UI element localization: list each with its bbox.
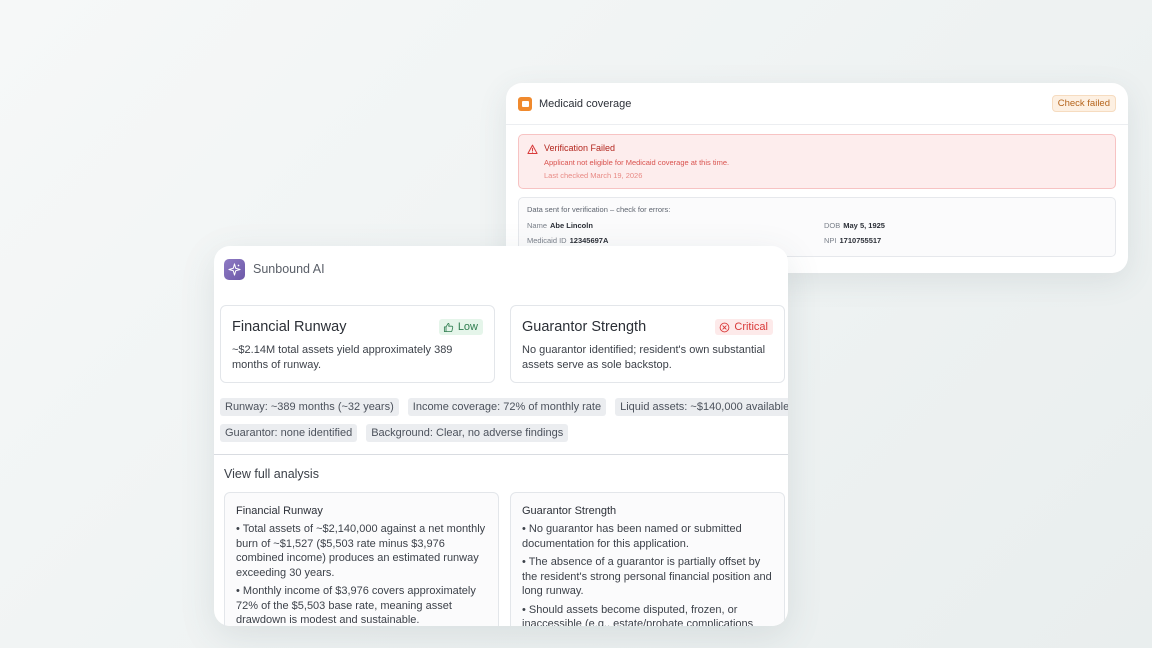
metric-header: Financial Runway Low (232, 319, 483, 335)
metric-name: Guarantor Strength (522, 319, 647, 335)
detail-item: • The absence of a guarantor is partiall… (522, 556, 772, 597)
alert-message: Applicant not eligible for Medicaid cove… (544, 158, 730, 167)
ai-card-header: Sunbound AI (214, 246, 788, 292)
detail-title: Financial Runway (236, 505, 323, 517)
low-badge-label: Low (457, 321, 478, 333)
metric-header: Guarantor Strength Critical (522, 319, 773, 335)
field-npi-value: 1710755517 (839, 236, 882, 245)
alert-title-row: Verification Failed (527, 143, 1105, 155)
tag-runway: Runway: ~389 months (~32 years) (220, 398, 399, 416)
x-circle-icon (720, 322, 730, 332)
metric-financial-runway: Financial Runway Low ~$2.14M total asset… (220, 305, 495, 383)
summary-tags: Runway: ~389 months (~32 years) Income c… (214, 383, 788, 442)
tag-guarantor: Guarantor: none identified (220, 424, 358, 442)
detail-item: • Monthly income of $3,976 covers approx… (236, 585, 476, 626)
view-full-analysis-link[interactable]: View full analysis (214, 455, 788, 492)
verification-failed-alert: Verification Failed Applicant not eligib… (518, 134, 1116, 189)
field-npi: NPI 1710755517 (824, 236, 1107, 245)
critical-risk-badge: Critical (715, 319, 773, 335)
detail-item: • Total assets of ~$2,140,000 against a … (236, 523, 486, 579)
field-dob-value: May 5, 1925 (843, 221, 885, 230)
detail-financial-runway: Financial Runway • Total assets of ~$2,1… (224, 492, 499, 626)
verification-fields: Name Abe Lincoln DOB May 5, 1925 Medicaid … (527, 221, 1107, 245)
analysis-details: Financial Runway • Total assets of ~$2,1… (214, 492, 788, 626)
medicaid-card-header: Medicaid coverage Check failed (506, 83, 1128, 125)
field-name: Name Abe Lincoln (527, 221, 824, 230)
alert-title: Verification Failed (544, 143, 616, 153)
warning-triangle-icon (527, 144, 538, 155)
medicaid-title-group: Medicaid coverage (518, 96, 632, 111)
metric-guarantor-strength: Guarantor Strength Critical No guarantor… (510, 305, 785, 383)
medicaid-logo-icon (518, 96, 532, 111)
critical-badge-label: Critical (734, 321, 768, 333)
tag-background: Background: Clear, no adverse findings (366, 424, 569, 442)
field-name-label: Name (527, 221, 548, 230)
tag-income-coverage: Income coverage: 72% of monthly rate (407, 398, 607, 416)
metric-name: Financial Runway (232, 319, 347, 335)
thumbs-up-icon (443, 322, 453, 332)
metric-description: ~$2.14M total assets yield approximately… (232, 344, 453, 371)
alert-last-checked: Last checked March 19, 2026 (544, 171, 643, 180)
field-dob: DOB May 5, 1925 (824, 221, 1107, 230)
tag-liquid-assets: Liquid assets: ~$140,000 available (615, 398, 788, 416)
detail-guarantor-strength: Guarantor Strength • No guarantor has be… (510, 492, 785, 626)
field-npi-label: NPI (824, 236, 837, 245)
low-risk-badge: Low (438, 319, 483, 335)
medicaid-coverage-card: Medicaid coverage Check failed Verificat… (506, 83, 1128, 273)
data-panel-heading: Data sent for verification – check for e… (527, 205, 671, 214)
metric-cards: Financial Runway Low ~$2.14M total asset… (214, 292, 788, 383)
medicaid-title: Medicaid coverage (539, 97, 632, 110)
detail-item: • No guarantor has been named or submitt… (522, 523, 742, 550)
detail-title: Guarantor Strength (522, 505, 617, 517)
detail-item: • Should assets become disputed, frozen,… (522, 603, 754, 627)
field-dob-label: DOB (824, 221, 841, 230)
sparkle-icon (224, 258, 245, 280)
ai-title: Sunbound AI (253, 262, 325, 276)
field-medicaid-id-label: Medicaid ID (527, 236, 567, 245)
field-medicaid-id-value: 12345697A (569, 236, 609, 245)
check-failed-badge: Check failed (1051, 95, 1116, 112)
sunbound-ai-card: Sunbound AI Financial Runway Low ~$2.14M… (214, 246, 788, 626)
metric-description: No guarantor identified; resident's own … (522, 344, 766, 371)
field-medicaid-id: Medicaid ID 12345697A (527, 236, 824, 245)
field-name-value: Abe Lincoln (550, 221, 593, 230)
